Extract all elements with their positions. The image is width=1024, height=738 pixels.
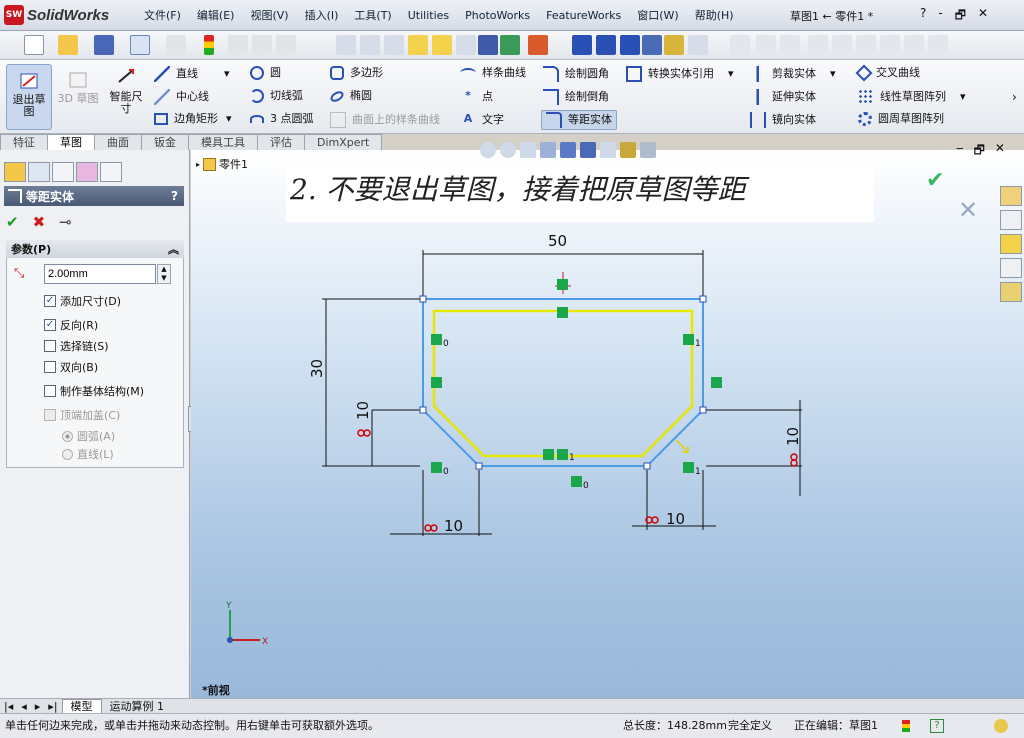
coordinate-triad: Y X <box>225 601 268 647</box>
status-editing: 正在编辑：草图1 <box>794 719 878 732</box>
relation-symmetric-icon[interactable] <box>431 334 442 345</box>
relation-vertical-icon[interactable] <box>711 377 722 388</box>
dim-bottom-right[interactable]: 10 <box>666 510 685 528</box>
relation-symmetric-icon[interactable] <box>683 334 694 345</box>
relation-vertical-icon[interactable] <box>431 377 442 388</box>
quick-tips-icon[interactable]: ? <box>930 719 944 733</box>
relation-horizontal-icon[interactable] <box>543 449 554 460</box>
relation-symmetric-icon[interactable] <box>571 476 582 487</box>
nav-next-icon[interactable]: ▸ <box>31 700 45 713</box>
dim-top-width[interactable]: 50 <box>548 232 567 250</box>
tab-motion-study[interactable]: 运动算例 1 <box>102 700 173 713</box>
original-sketch-profile[interactable] <box>422 298 704 467</box>
dim-left-chamfer[interactable]: 10 <box>354 401 372 420</box>
relation-label: 1 <box>569 453 575 463</box>
dim-bottom-left[interactable]: 10 <box>444 517 463 535</box>
status-definition: 完全定义 <box>728 719 772 732</box>
nav-first-icon[interactable]: |◂ <box>0 700 17 713</box>
relation-label: 0 <box>443 467 449 477</box>
offset-direction-arrow[interactable] <box>675 439 689 453</box>
status-total-length: 总长度：148.28mm <box>623 719 727 732</box>
triad-y-label: Y <box>225 601 232 611</box>
triad-x-label: X <box>262 637 268 647</box>
notes-icon[interactable] <box>994 719 1008 733</box>
relation-horizontal-icon[interactable] <box>557 307 568 318</box>
relation-symmetric-icon[interactable] <box>431 462 442 473</box>
relation-symmetric-icon[interactable] <box>683 462 694 473</box>
relation-label: 1 <box>695 467 701 477</box>
relation-label: 0 <box>443 339 449 349</box>
nav-prev-icon[interactable]: ◂ <box>17 700 31 713</box>
rebuild-status-icon[interactable] <box>902 720 910 732</box>
relation-label: 1 <box>695 339 701 349</box>
offset-preview-profile <box>432 309 694 458</box>
dim-right-chamfer[interactable]: 10 <box>784 427 802 446</box>
relation-symmetric-icon[interactable] <box>557 449 568 460</box>
relation-coincident-icon[interactable] <box>557 279 568 290</box>
bottom-tabs: |◂ ◂ ▸ ▸| 模型 运动算例 1 <box>0 698 1024 714</box>
status-hint: 单击任何边来完成，或单击并拖动来动态控制。用右键单击可获取额外选项。 <box>5 719 379 732</box>
sketch-canvas: 0 1 1 0 1 0 50 30 10 10 10 10 Y X <box>225 232 802 647</box>
status-bar: 单击任何边来完成，或单击并拖动来动态控制。用右键单击可获取额外选项。 总长度：1… <box>0 713 1024 738</box>
tab-model[interactable]: 模型 <box>61 698 102 714</box>
view-orientation-label: *前视 <box>202 684 230 697</box>
relation-label: 0 <box>583 481 589 491</box>
nav-last-icon[interactable]: ▸| <box>44 700 61 713</box>
dim-left-height[interactable]: 30 <box>308 359 326 378</box>
